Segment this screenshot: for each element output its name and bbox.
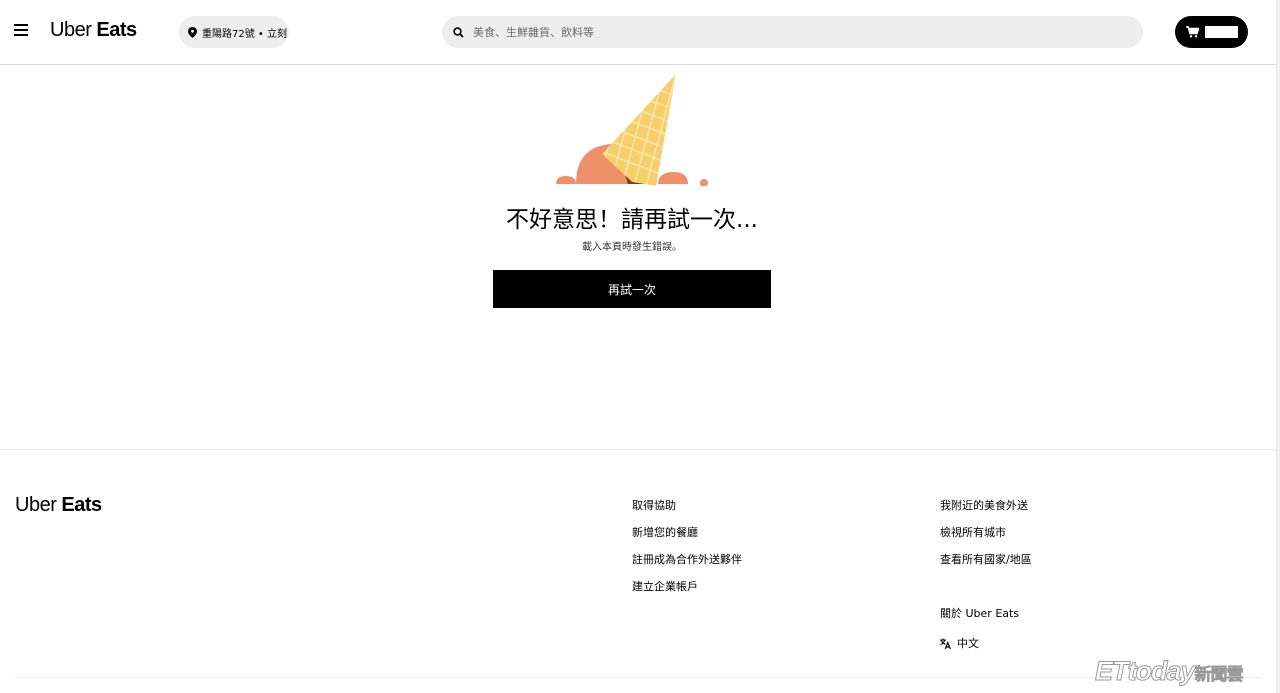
footer-uber-eats-logo[interactable]: Uber Eats xyxy=(15,494,102,517)
dropped-ice-cream-illustration xyxy=(556,74,708,186)
footer-link-nearby-delivery[interactable]: 我附近的美食外送 xyxy=(940,495,1032,522)
footer-link-about[interactable]: 關於 Uber Eats xyxy=(940,603,1019,630)
ettoday-watermark: ETtoday新聞雲 xyxy=(1095,656,1244,687)
language-selector[interactable]: 中文 xyxy=(940,630,1019,657)
search-icon xyxy=(453,26,464,38)
search-input[interactable] xyxy=(473,25,1093,39)
footer-link-become-courier[interactable]: 註冊成為合作外送夥伴 xyxy=(632,549,742,576)
location-pin-icon xyxy=(188,26,197,38)
cart-button[interactable] xyxy=(1175,16,1248,48)
footer-links-col2: 我附近的美食外送 檢視所有城市 查看所有國家/地區 xyxy=(940,495,1032,576)
hamburger-menu-icon[interactable] xyxy=(14,24,30,40)
footer-link-add-restaurant[interactable]: 新增您的餐廳 xyxy=(632,522,742,549)
page-scrollbar[interactable] xyxy=(1276,0,1280,693)
footer-link-all-cities[interactable]: 檢視所有城市 xyxy=(940,522,1032,549)
search-bar[interactable] xyxy=(442,16,1143,48)
cart-icon xyxy=(1186,26,1199,38)
footer-links-col1: 取得協助 新增您的餐廳 註冊成為合作外送夥伴 建立企業帳戶 xyxy=(632,495,742,603)
footer-bottom-divider xyxy=(15,677,1261,678)
error-title: 不好意思！請再試一次... xyxy=(506,207,758,233)
footer-links-col3: 關於 Uber Eats 中文 xyxy=(940,603,1019,657)
delivery-address-label: 重陽路72號 • 立刻 xyxy=(202,28,287,40)
footer-link-get-help[interactable]: 取得協助 xyxy=(632,495,742,522)
cart-count-redacted xyxy=(1205,26,1238,38)
footer-divider xyxy=(0,449,1276,450)
translate-icon xyxy=(940,638,951,649)
footer-link-all-countries[interactable]: 查看所有國家/地區 xyxy=(940,549,1032,576)
retry-button[interactable]: 再試一次 xyxy=(493,270,771,308)
footer-link-business-account[interactable]: 建立企業帳戶 xyxy=(632,576,742,603)
language-label: 中文 xyxy=(957,636,979,650)
uber-eats-logo[interactable]: Uber Eats xyxy=(50,19,137,42)
delivery-address-button[interactable]: 重陽路72號 • 立刻 xyxy=(179,16,289,48)
top-nav: Uber Eats 重陽路72號 • 立刻 xyxy=(0,0,1276,65)
error-subtitle: 載入本頁時發生錯誤。 xyxy=(582,242,682,253)
